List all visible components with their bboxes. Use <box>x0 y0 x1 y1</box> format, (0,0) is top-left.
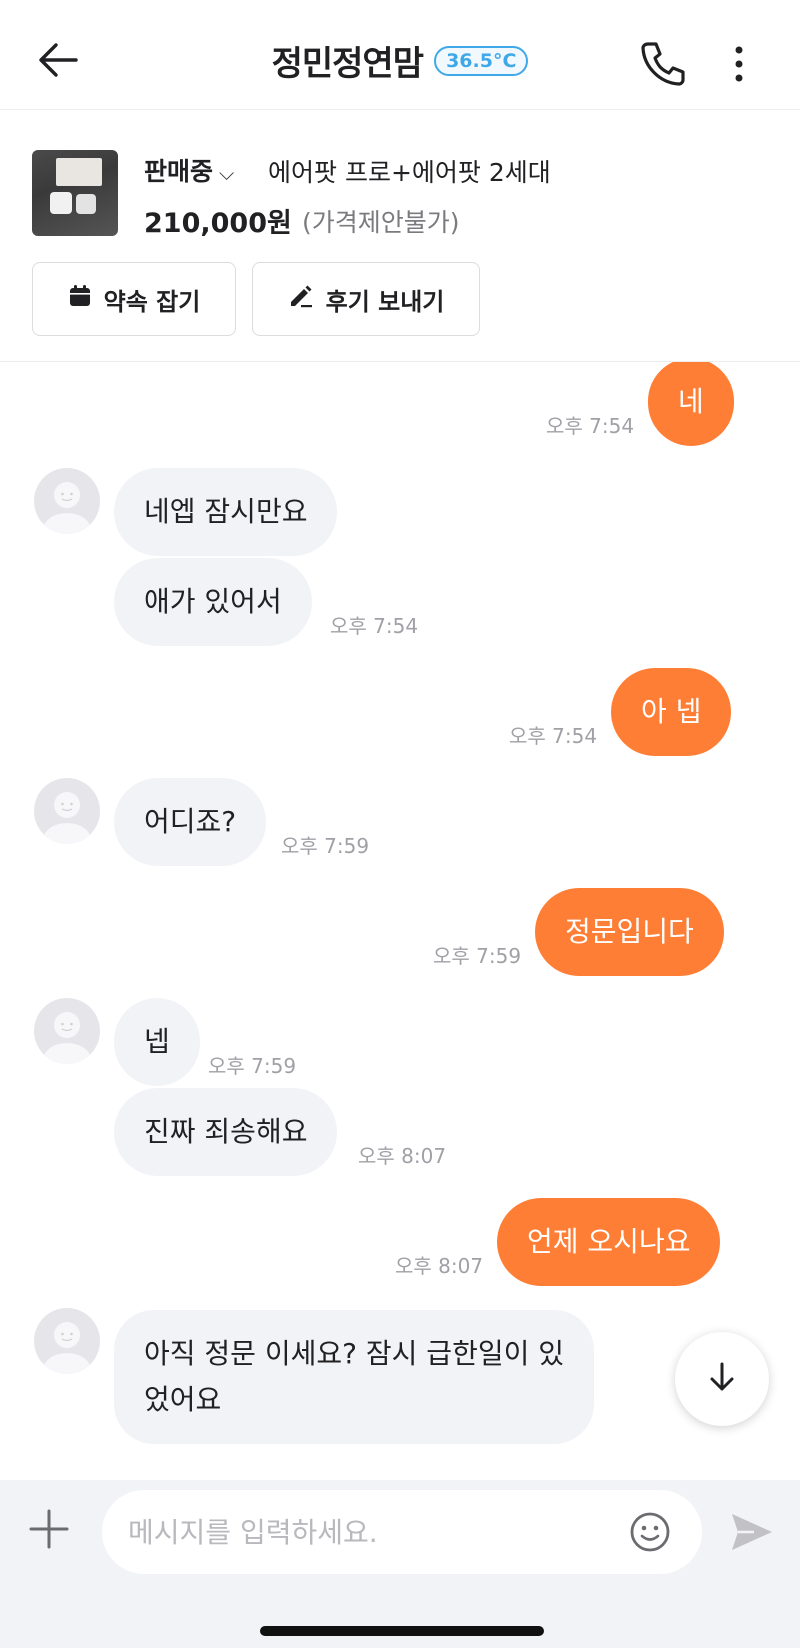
partner-avatar[interactable] <box>34 1308 100 1374</box>
chevron-down-icon: ⌵ <box>219 161 235 185</box>
incoming-message[interactable]: 어디죠? <box>114 778 267 866</box>
product-price: 210,000원 <box>144 208 292 239</box>
incoming-message[interactable]: 애가 있어서 <box>114 558 312 646</box>
message-time: 오후 8:07 <box>395 1254 484 1278</box>
manner-temperature-badge[interactable]: 36.5°C <box>434 45 529 76</box>
message-input-bar <box>0 1480 800 1648</box>
chat-messages[interactable]: 네 오후 7:54 네엡 잠시만요 애가 있어서 오후 7:54 아 넵 오후 … <box>0 362 800 1480</box>
outgoing-message[interactable]: 정문입니다 <box>535 888 724 976</box>
pencil-icon <box>288 283 314 315</box>
phone-icon[interactable] <box>638 38 688 88</box>
incoming-message-line: 었어요 <box>144 1383 222 1416</box>
message-time: 오후 7:59 <box>281 834 370 858</box>
arrow-down-icon <box>705 1360 739 1398</box>
make-appointment-label: 약속 잡기 <box>103 287 201 316</box>
scroll-to-bottom-button[interactable] <box>675 1332 769 1426</box>
incoming-message[interactable]: 넵 <box>114 998 200 1086</box>
chat-partner-name: 정민정연맘 <box>271 44 424 84</box>
incoming-message[interactable]: 네엡 잠시만요 <box>114 468 338 556</box>
sale-status-dropdown[interactable]: 판매중 ⌵ <box>144 152 234 188</box>
incoming-message-line: 아직 정문 이세요? 잠시 급한일이 있 <box>144 1337 565 1370</box>
outgoing-message[interactable]: 언제 오시나요 <box>497 1198 721 1286</box>
message-time: 오후 7:59 <box>433 944 522 968</box>
message-time: 오후 8:07 <box>358 1144 447 1168</box>
price-note: (가격제안불가) <box>302 208 460 237</box>
outgoing-message[interactable]: 아 넵 <box>611 668 732 756</box>
send-review-label: 후기 보내기 <box>325 287 445 316</box>
make-appointment-button[interactable]: 약속 잡기 <box>32 262 236 336</box>
plus-icon[interactable] <box>26 1506 72 1552</box>
message-time: 오후 7:54 <box>509 724 598 748</box>
partner-avatar[interactable] <box>34 778 100 844</box>
message-time: 오후 7:59 <box>208 1054 297 1078</box>
product-name: 에어팟 프로+에어팟 2세대 <box>268 158 551 187</box>
outgoing-message[interactable]: 네 <box>648 362 734 446</box>
chat-header: 정민정연맘 36.5°C <box>0 0 800 110</box>
incoming-message[interactable]: 아직 정문 이세요? 잠시 급한일이 있 었어요 <box>114 1310 595 1444</box>
partner-avatar[interactable] <box>34 468 100 534</box>
sale-status-label: 판매중 <box>144 157 214 186</box>
product-panel: 판매중 ⌵ 에어팟 프로+에어팟 2세대 210,000원 (가격제안불가) 약속… <box>0 110 800 362</box>
message-time: 오후 7:54 <box>330 614 419 638</box>
send-icon[interactable] <box>728 1508 776 1556</box>
calendar-icon <box>68 284 92 314</box>
message-input[interactable] <box>102 1490 702 1574</box>
more-vertical-icon[interactable] <box>722 44 756 84</box>
partner-avatar[interactable] <box>34 998 100 1064</box>
product-thumbnail[interactable] <box>32 150 118 236</box>
home-indicator <box>260 1626 544 1636</box>
send-review-button[interactable]: 후기 보내기 <box>252 262 480 336</box>
message-time: 오후 7:54 <box>546 414 635 438</box>
emoji-icon[interactable] <box>628 1510 672 1554</box>
incoming-message[interactable]: 진짜 죄송해요 <box>114 1088 338 1176</box>
